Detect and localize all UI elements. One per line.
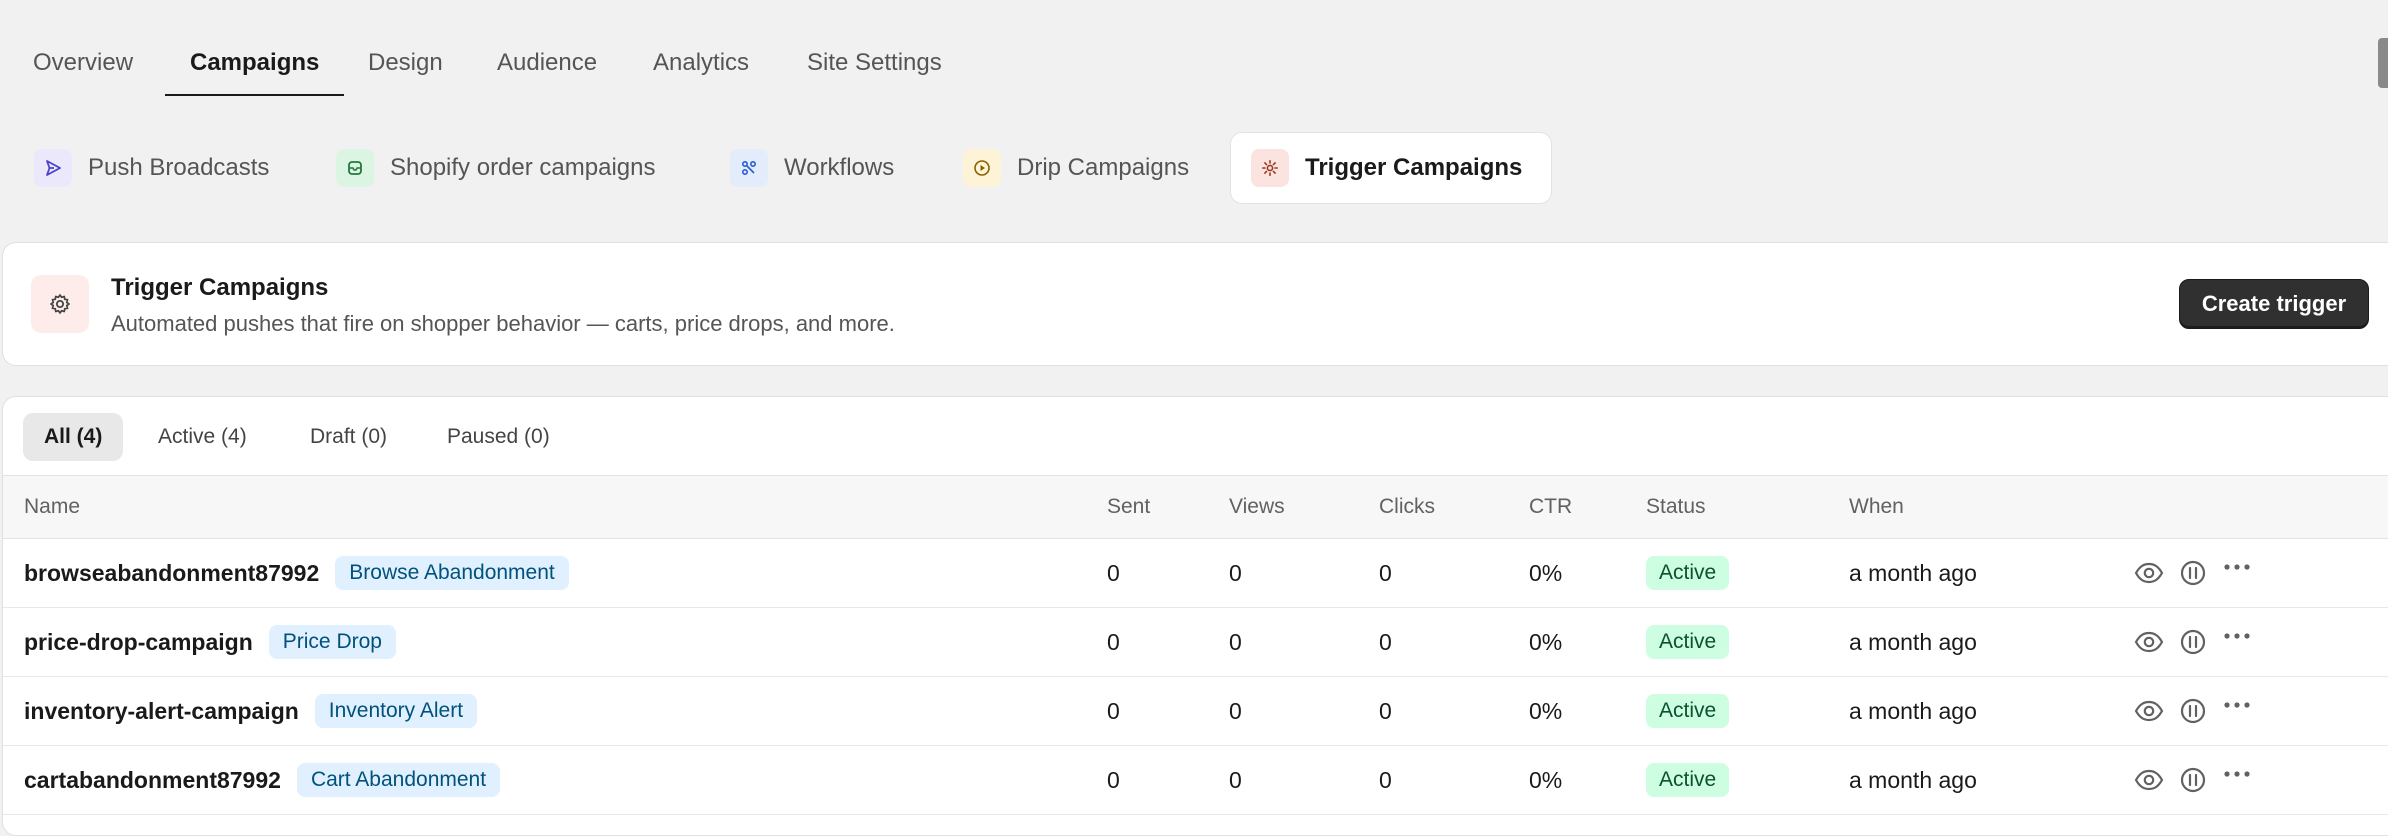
page-title: Trigger Campaigns	[111, 274, 329, 301]
status-cell: Active	[1646, 746, 1730, 814]
table-row[interactable]: browseabandonment87992 Browse Abandonmen…	[3, 539, 2388, 608]
more-horizontal-icon[interactable]	[2221, 557, 2253, 589]
create-trigger-button[interactable]: Create trigger	[2179, 279, 2369, 329]
sent-value: 0	[1107, 560, 1120, 586]
table-row[interactable]: cartabandonment87992 Cart Abandonment 0 …	[3, 746, 2388, 815]
top-nav-tabs: Overview Campaigns Design Audience Analy…	[0, 0, 2388, 98]
tab-campaigns[interactable]: Campaigns	[165, 40, 345, 96]
campaign-type-tabs: Push Broadcasts Shopify order campaigns …	[0, 132, 2388, 204]
pause-circle-icon[interactable]	[2177, 764, 2209, 796]
ctr-value: 0%	[1529, 767, 1563, 793]
subtab-label: Drip Campaigns	[1017, 154, 1190, 181]
play-circle-icon	[963, 149, 1001, 187]
trigger-campaigns-header-card: Trigger Campaigns Automated pushes that …	[2, 242, 2388, 366]
filter-active[interactable]: Active (4)	[137, 413, 268, 461]
name-cell: cartabandonment87992 Cart Abandonment	[24, 746, 501, 814]
table-header: Name Sent Views Clicks CTR Status When	[3, 475, 2388, 539]
campaign-name[interactable]: cartabandonment87992	[24, 746, 281, 814]
status-badge: Active	[1646, 763, 1730, 797]
pause-circle-icon[interactable]	[2177, 557, 2209, 589]
eye-icon[interactable]	[2133, 764, 2165, 796]
when-value: a month ago	[1849, 698, 1977, 724]
name-cell: browseabandonment87992 Browse Abandonmen…	[24, 539, 569, 607]
views-value: 0	[1229, 698, 1242, 724]
tab-audience[interactable]: Audience	[472, 40, 622, 96]
column-header-clicks[interactable]: Clicks	[1379, 476, 1435, 538]
column-header-views[interactable]: Views	[1229, 476, 1285, 538]
gear-icon	[1251, 149, 1289, 187]
tab-site-settings[interactable]: Site Settings	[782, 40, 967, 96]
trigger-type-badge: Browse Abandonment	[335, 556, 569, 590]
column-header-status[interactable]: Status	[1646, 476, 1706, 538]
status-badge: Active	[1646, 694, 1730, 728]
filter-all[interactable]: All (4)	[23, 413, 124, 461]
views-value: 0	[1229, 560, 1242, 586]
gear-icon	[31, 275, 89, 333]
campaign-name[interactable]: inventory-alert-campaign	[24, 677, 299, 745]
campaigns-table-card: All (4) Active (4) Draft (0) Paused (0) …	[2, 396, 2388, 836]
subtab-label: Push Broadcasts	[88, 154, 270, 181]
status-badge: Active	[1646, 556, 1730, 590]
clicks-value: 0	[1379, 767, 1392, 793]
name-cell: inventory-alert-campaign Inventory Alert	[24, 677, 478, 745]
trigger-type-badge: Price Drop	[268, 625, 396, 659]
subtab-label: Trigger Campaigns	[1305, 154, 1523, 181]
tab-overview[interactable]: Overview	[8, 40, 158, 96]
subtab-label: Workflows	[784, 154, 895, 181]
filter-draft[interactable]: Draft (0)	[289, 413, 408, 461]
sent-value: 0	[1107, 698, 1120, 724]
clicks-value: 0	[1379, 629, 1392, 655]
name-cell: price-drop-campaign Price Drop	[24, 608, 396, 676]
trigger-type-badge: Cart Abandonment	[296, 763, 501, 797]
status-cell: Active	[1646, 608, 1730, 676]
ctr-value: 0%	[1529, 629, 1563, 655]
tab-design[interactable]: Design	[343, 40, 468, 96]
order-icon	[336, 149, 374, 187]
clicks-value: 0	[1379, 560, 1392, 586]
column-header-ctr[interactable]: CTR	[1529, 476, 1572, 538]
when-value: a month ago	[1849, 629, 1977, 655]
pause-circle-icon[interactable]	[2177, 695, 2209, 727]
campaign-name[interactable]: price-drop-campaign	[24, 608, 253, 676]
status-cell: Active	[1646, 677, 1730, 745]
tab-analytics[interactable]: Analytics	[628, 40, 774, 96]
eye-icon[interactable]	[2133, 557, 2165, 589]
subtab-workflows[interactable]: Workflows	[710, 132, 914, 204]
sent-value: 0	[1107, 629, 1120, 655]
subtab-shopify-order-campaigns[interactable]: Shopify order campaigns	[316, 132, 675, 204]
when-value: a month ago	[1849, 767, 1977, 793]
status-badge: Active	[1646, 625, 1730, 659]
scrollbar-thumb[interactable]	[2378, 38, 2388, 88]
when-value: a month ago	[1849, 560, 1977, 586]
clicks-value: 0	[1379, 698, 1392, 724]
more-horizontal-icon[interactable]	[2221, 626, 2253, 658]
table-row[interactable]: inventory-alert-campaign Inventory Alert…	[3, 677, 2388, 746]
ctr-value: 0%	[1529, 698, 1563, 724]
workflow-icon	[730, 149, 768, 187]
filter-paused[interactable]: Paused (0)	[426, 413, 571, 461]
subtab-drip-campaigns[interactable]: Drip Campaigns	[943, 132, 1209, 204]
campaign-name[interactable]: browseabandonment87992	[24, 539, 319, 607]
more-horizontal-icon[interactable]	[2221, 695, 2253, 727]
sent-value: 0	[1107, 767, 1120, 793]
column-header-name[interactable]: Name	[24, 476, 80, 538]
column-header-sent[interactable]: Sent	[1107, 476, 1150, 538]
pause-circle-icon[interactable]	[2177, 626, 2209, 658]
subtab-trigger-campaigns[interactable]: Trigger Campaigns	[1230, 132, 1552, 204]
trigger-type-badge: Inventory Alert	[314, 694, 478, 728]
eye-icon[interactable]	[2133, 695, 2165, 727]
ctr-value: 0%	[1529, 560, 1563, 586]
more-horizontal-icon[interactable]	[2221, 764, 2253, 796]
eye-icon[interactable]	[2133, 626, 2165, 658]
subtab-push-broadcasts[interactable]: Push Broadcasts	[14, 132, 289, 204]
column-header-when[interactable]: When	[1849, 476, 1904, 538]
views-value: 0	[1229, 629, 1242, 655]
views-value: 0	[1229, 767, 1242, 793]
table-row[interactable]: price-drop-campaign Price Drop 0 0 0 0% …	[3, 608, 2388, 677]
status-cell: Active	[1646, 539, 1730, 607]
send-icon	[34, 149, 72, 187]
subtab-label: Shopify order campaigns	[390, 154, 656, 181]
page-description: Automated pushes that fire on shopper be…	[111, 311, 895, 336]
